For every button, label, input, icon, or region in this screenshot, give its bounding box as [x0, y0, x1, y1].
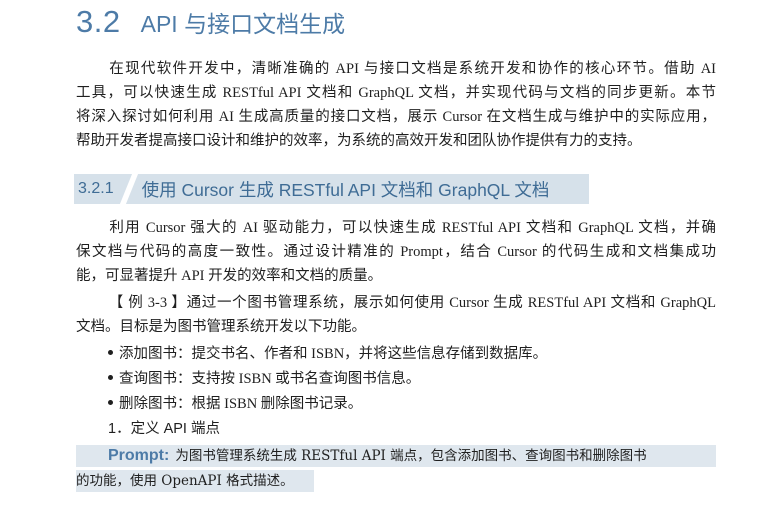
intro-line: 帮助开发者提高接口设计和维护的效率，为系统的高效开发和团队协作提供有力的支持。 [76, 133, 642, 149]
body-line: 利用 Cursor 强大的 AI 驱动能力，可以快速生成 RESTful API… [108, 220, 716, 236]
intro-line: 将深入探讨如何利用 AI 生成高质量的接口文档，展示 Cursor 在文档生成与… [76, 109, 716, 125]
prompt-text: 为图书管理系统生成 RESTful API 端点，包含添加图书、查询图书和删除图… [175, 448, 647, 464]
step-heading: 1．定义 API 端点 [108, 421, 220, 437]
subsection-number: 3.2.1 [78, 180, 114, 197]
bullet-icon [108, 375, 113, 381]
subsection-heading: 3.2.1 使用 Cursor 生成 RESTful API 文档和 Graph… [74, 174, 589, 204]
body-line: 能，可显著提升 API 开发的效率和文档的质量。 [76, 268, 383, 284]
intro-line: 在现代软件开发中，清晰准确的 API 与接口文档是系统开发和协作的核心环节。借助… [108, 61, 716, 77]
list-item: 删除图书：根据 ISBN 删除图书记录。 [108, 395, 362, 413]
example-line: 【 例 3-3 】通过一个图书管理系统，展示如何使用 Cursor 生成 RES… [108, 295, 716, 311]
subsection-title: 使用 Cursor 生成 RESTful API 文档和 GraphQL 文档 [141, 179, 550, 200]
list-item: 添加图书：提交书名、作者和 ISBN，并将这些信息存储到数据库。 [108, 345, 547, 363]
bullet-icon [108, 350, 113, 356]
section-heading: 3.2 API 与接口文档生成 [76, 4, 345, 44]
section-title: API 与接口文档生成 [140, 11, 346, 37]
list-item: 查询图书：支持按 ISBN 或书名查询图书信息。 [108, 370, 420, 388]
prompt-line: 的功能，使用 OpenAPI 格式描述。 [76, 473, 294, 489]
bullet-icon [108, 400, 113, 406]
prompt-label: Prompt: [108, 447, 170, 464]
example-line: 文档。目标是为图书管理系统开发以下功能。 [76, 319, 366, 335]
intro-line: 工具，可以快速生成 RESTful API 文档和 GraphQL 文档，并实现… [76, 85, 716, 101]
heading-divider [119, 174, 138, 204]
body-line: 保文档与代码的高度一致性。通过设计精准的 Prompt，结合 Cursor 的代… [76, 244, 716, 260]
prompt-line: Prompt: 为图书管理系统生成 RESTful API 端点，包含添加图书、查… [76, 446, 716, 466]
section-number: 3.2 [76, 4, 121, 39]
